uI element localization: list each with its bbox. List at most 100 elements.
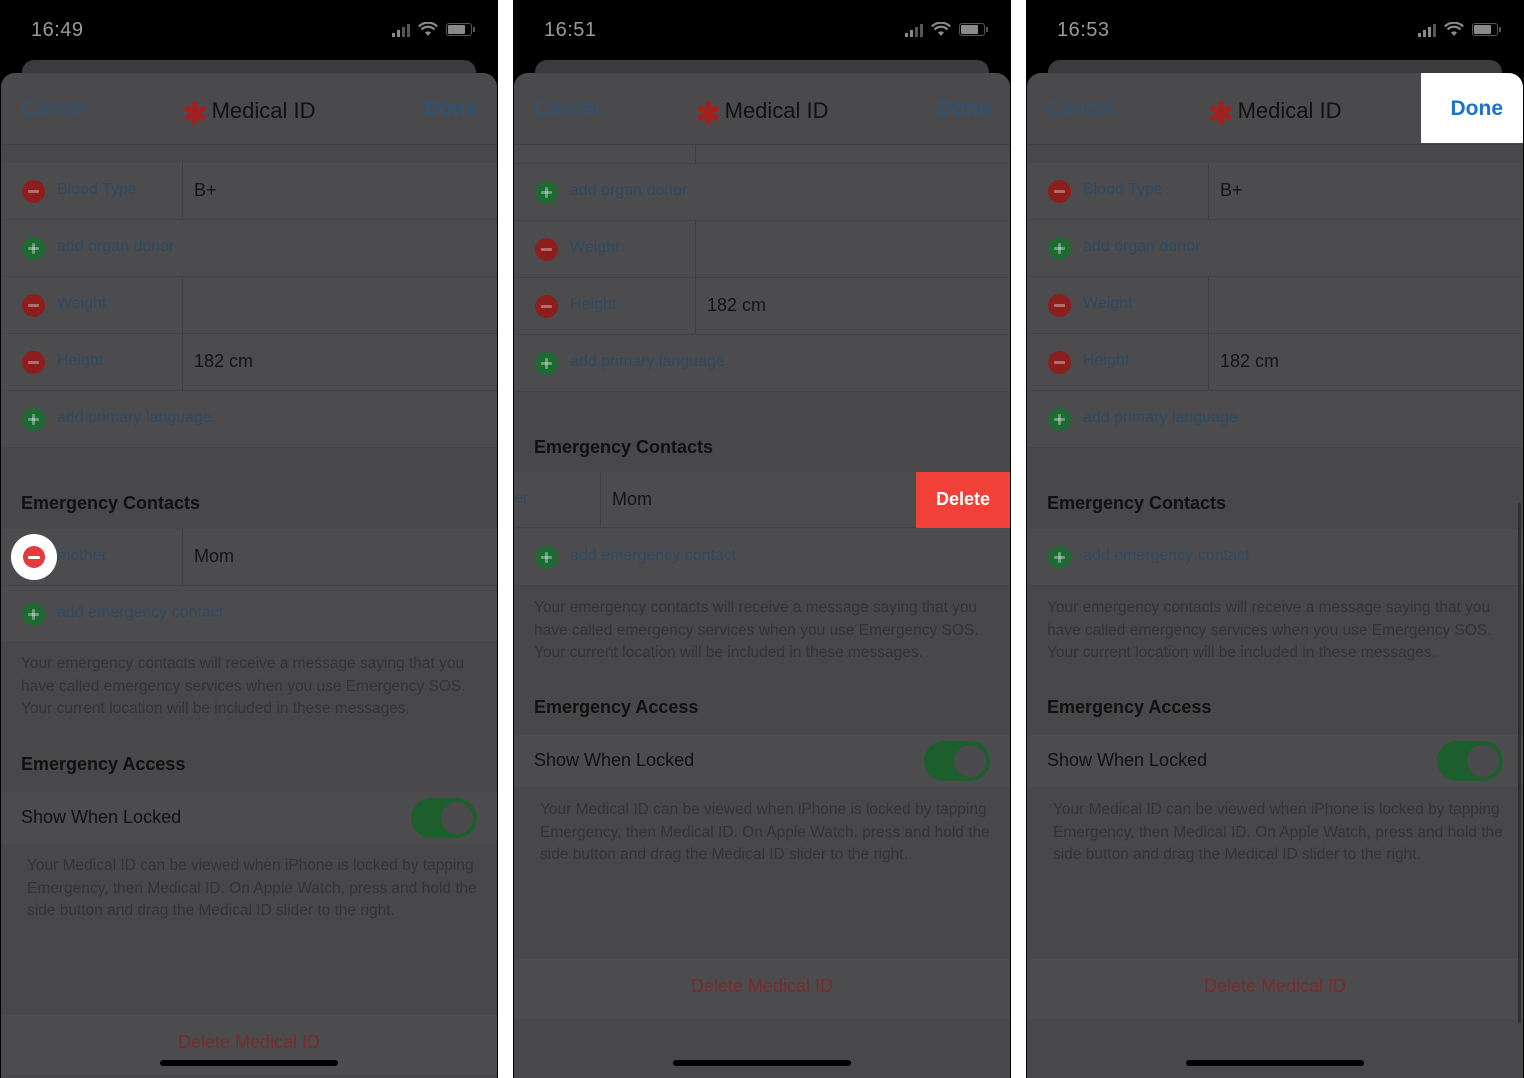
- swipe-delete-button[interactable]: Delete: [916, 472, 1010, 528]
- add-field-icon[interactable]: [22, 408, 45, 431]
- status-bar: 16:49: [0, 0, 498, 60]
- page-title-text: Medical ID: [1237, 98, 1342, 123]
- contacts-footnote: Your emergency contacts will receive a m…: [534, 599, 979, 661]
- page-title-text: Medical ID: [211, 98, 316, 123]
- remove-field-icon[interactable]: [535, 238, 558, 261]
- remove-field-icon[interactable]: [535, 295, 558, 318]
- medical-id-sheet: Cancel ✱ Medical ID Done Blood Type B+ ad…: [1, 73, 497, 1078]
- medical-id-sheet: Cancel ✱ Medical ID Done Blood Type B+ ad…: [1027, 73, 1523, 1078]
- medical-star-icon: ✱: [695, 98, 721, 131]
- emergency-contact-row[interactable]: mother Mom: [1, 529, 497, 586]
- add-primary-language-row[interactable]: add primary language: [514, 335, 1010, 392]
- delete-medical-id-button[interactable]: Delete Medical ID: [1027, 959, 1523, 1019]
- field-label: Height: [1083, 352, 1130, 369]
- nav-bar: Cancel ✱ Medical ID Done: [1027, 73, 1523, 145]
- add-emergency-contact-row[interactable]: add emergency contact: [1, 586, 497, 643]
- add-field-icon[interactable]: [535, 546, 558, 569]
- field-value[interactable]: 182 cm: [707, 295, 766, 316]
- scrollbar[interactable]: [1518, 503, 1521, 1023]
- add-primary-language-row[interactable]: add primary language: [1027, 391, 1523, 448]
- field-label: Blood Type: [1083, 181, 1163, 198]
- contacts-footnote: Your emergency contacts will receive a m…: [1047, 599, 1492, 661]
- status-bar: 16:51: [513, 0, 1011, 60]
- remove-field-icon[interactable]: [1048, 294, 1071, 317]
- done-button[interactable]: Done: [425, 97, 478, 121]
- cellular-signal-icon: [1418, 23, 1436, 37]
- show-when-locked-label: Show When Locked: [1047, 750, 1208, 770]
- remove-field-icon[interactable]: [1048, 180, 1071, 203]
- cellular-signal-icon: [905, 23, 923, 37]
- add-field-icon[interactable]: [22, 237, 45, 260]
- add-field-icon[interactable]: [1048, 408, 1071, 431]
- contacts-footnote: Your emergency contacts will receive a m…: [21, 655, 466, 717]
- remove-field-icon[interactable]: [22, 294, 45, 317]
- add-field-icon[interactable]: [1048, 546, 1071, 569]
- show-when-locked-row: Show When Locked: [1027, 735, 1523, 787]
- field-label: Height: [57, 352, 104, 369]
- add-contact-label: add emergency contact: [1083, 547, 1250, 564]
- field-value[interactable]: B+: [1220, 180, 1243, 201]
- phone-screen-1: 16:49 Cancel ✱ Medical ID Done Blood Type…: [0, 0, 498, 1078]
- done-button[interactable]: Done: [938, 97, 991, 121]
- field-row-height[interactable]: Height 182 cm: [1027, 334, 1523, 391]
- add-field-icon[interactable]: [535, 352, 558, 375]
- emergency-access-header: Emergency Access: [21, 754, 186, 774]
- add-organ-donor-row[interactable]: add organ donor: [514, 164, 1010, 221]
- add-emergency-contact-row[interactable]: add emergency contact: [514, 529, 1010, 586]
- cellular-signal-icon: [392, 23, 410, 37]
- field-row-weight[interactable]: Weight: [1, 277, 497, 334]
- contact-relationship: er: [514, 490, 529, 507]
- wifi-icon: [1444, 22, 1464, 36]
- remove-field-icon[interactable]: [22, 351, 45, 374]
- battery-icon: [1472, 23, 1501, 36]
- show-when-locked-toggle[interactable]: [411, 798, 477, 838]
- delete-medical-id-label: Delete Medical ID: [177, 1032, 321, 1052]
- contact-name: Mom: [612, 489, 652, 509]
- medical-star-icon: ✱: [182, 98, 208, 131]
- add-primary-language-row[interactable]: add primary language: [1, 391, 497, 448]
- emergency-contact-row-swiped[interactable]: er Mom Delete: [514, 472, 1010, 528]
- field-row-weight[interactable]: Weight: [514, 221, 1010, 278]
- remove-field-icon[interactable]: [22, 180, 45, 203]
- remove-field-icon[interactable]: [1048, 351, 1071, 374]
- emergency-access-header: Emergency Access: [534, 697, 699, 717]
- field-value[interactable]: 182 cm: [194, 351, 253, 372]
- home-indicator: [673, 1060, 851, 1066]
- access-footnote: Your Medical ID can be viewed when iPhon…: [1053, 801, 1503, 863]
- nav-bar: Cancel ✱ Medical ID Done: [514, 73, 1010, 145]
- emergency-contacts-header: Emergency Contacts: [534, 437, 714, 457]
- contact-name: Mom: [194, 546, 234, 566]
- wifi-icon: [931, 22, 951, 36]
- delete-medical-id-button[interactable]: Delete Medical ID: [514, 959, 1010, 1019]
- page-title-text: Medical ID: [724, 98, 829, 123]
- add-field-icon[interactable]: [22, 603, 45, 626]
- field-row-blood-type[interactable]: Blood Type B+: [1, 163, 497, 220]
- field-label: Weight: [1083, 295, 1133, 312]
- field-row-weight[interactable]: Weight: [1027, 277, 1523, 334]
- field-value[interactable]: 182 cm: [1220, 351, 1279, 372]
- add-organ-donor-row[interactable]: add organ donor: [1027, 220, 1523, 277]
- remove-contact-button-highlighted[interactable]: [11, 534, 57, 580]
- add-organ-donor-row[interactable]: add organ donor: [1, 220, 497, 277]
- add-field-icon[interactable]: [535, 181, 558, 204]
- status-time: 16:53: [1057, 19, 1110, 41]
- show-when-locked-toggle[interactable]: [1437, 741, 1503, 781]
- done-button-highlighted[interactable]: Done: [1421, 73, 1523, 143]
- battery-icon: [446, 23, 475, 36]
- field-value[interactable]: B+: [194, 180, 217, 201]
- field-row-height[interactable]: Height 182 cm: [514, 278, 1010, 335]
- add-emergency-contact-row[interactable]: add emergency contact: [1027, 529, 1523, 586]
- delete-medical-id-button[interactable]: Delete Medical ID: [1, 1015, 497, 1075]
- show-when-locked-toggle[interactable]: [924, 741, 990, 781]
- field-row-blood-type[interactable]: Blood Type B+: [1027, 163, 1523, 220]
- field-row-height[interactable]: Height 182 cm: [1, 334, 497, 391]
- home-indicator: [1186, 1060, 1364, 1066]
- emergency-contacts-header: Emergency Contacts: [21, 493, 201, 513]
- contact-relationship: mother: [57, 547, 107, 564]
- show-when-locked-label: Show When Locked: [21, 807, 182, 827]
- access-footnote: Your Medical ID can be viewed when iPhon…: [540, 801, 990, 863]
- field-label: Blood Type: [57, 181, 137, 198]
- add-field-icon[interactable]: [1048, 237, 1071, 260]
- swipe-delete-label: Delete: [935, 489, 991, 509]
- delete-medical-id-label: Delete Medical ID: [690, 976, 834, 996]
